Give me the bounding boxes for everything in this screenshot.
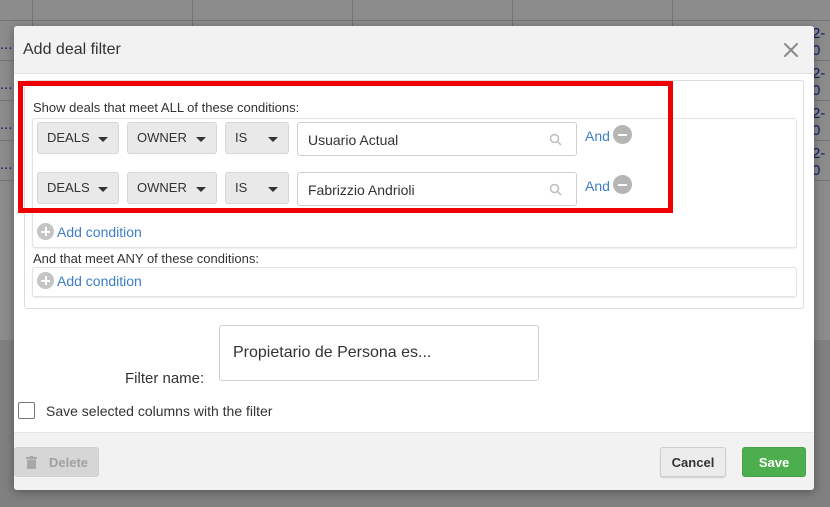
trash-icon: [26, 456, 37, 469]
cancel-button[interactable]: Cancel: [660, 447, 726, 477]
caret-down-icon: [268, 187, 278, 192]
close-icon[interactable]: [782, 41, 800, 59]
all-conditions-label: Show deals that meet ALL of these condit…: [33, 100, 300, 115]
operator-dropdown[interactable]: IS: [225, 172, 289, 204]
add-circle-icon: [37, 272, 54, 289]
filter-name-label: Filter name:: [125, 370, 205, 387]
save-columns-checkbox[interactable]: [18, 402, 35, 419]
dialog-header: Add deal filter: [14, 26, 814, 74]
add-deal-filter-dialog: Add deal filter Show deals that meet ALL…: [14, 26, 814, 490]
entity-dropdown-label: DEALS: [47, 130, 90, 145]
operator-dropdown-label: IS: [235, 180, 248, 195]
condition-value-text: Fabrizzio Andrioli: [308, 182, 415, 198]
add-condition-label: Add condition: [57, 273, 142, 289]
delete-button-label: Delete: [49, 455, 89, 470]
entity-dropdown-label: DEALS: [47, 180, 90, 195]
caret-down-icon: [98, 187, 108, 192]
field-dropdown-label: OWNER: [137, 130, 187, 145]
conditions-panel: Show deals that meet ALL of these condit…: [24, 80, 804, 309]
dialog-title: Add deal filter: [23, 41, 121, 58]
entity-dropdown[interactable]: DEALS: [37, 172, 119, 204]
field-dropdown[interactable]: OWNER: [127, 172, 217, 204]
add-circle-icon: [37, 223, 54, 240]
operator-dropdown-label: IS: [235, 130, 248, 145]
caret-down-icon: [196, 187, 206, 192]
add-condition-label: Add condition: [57, 224, 142, 240]
save-columns-label: Save selected columns with the filter: [46, 403, 273, 419]
filter-name-value: Propietario de Persona es...: [233, 344, 432, 361]
all-conditions-box: DEALS OWNER IS Usuario Actual And DEALS …: [32, 118, 797, 248]
any-conditions-box: Add condition: [32, 267, 797, 297]
condition-value-text: Usuario Actual: [308, 132, 399, 148]
condition-value-input[interactable]: Fabrizzio Andrioli: [297, 172, 577, 206]
remove-condition-icon[interactable]: [613, 175, 632, 194]
operator-dropdown[interactable]: IS: [225, 122, 289, 154]
condition-row: DEALS OWNER IS Usuario Actual And: [37, 122, 797, 156]
field-dropdown-label: OWNER: [137, 180, 187, 195]
remove-condition-icon[interactable]: [613, 125, 632, 144]
condition-row: DEALS OWNER IS Fabrizzio Andrioli And: [37, 172, 797, 206]
any-conditions-label: And that meet ANY of these conditions:: [33, 251, 259, 266]
filter-name-input[interactable]: Propietario de Persona es...: [219, 325, 539, 381]
save-button[interactable]: Save: [742, 447, 806, 477]
caret-down-icon: [268, 137, 278, 142]
dialog-body: Show deals that meet ALL of these condit…: [14, 74, 814, 432]
dialog-footer: Delete Cancel Save: [14, 432, 814, 490]
caret-down-icon: [196, 137, 206, 142]
search-icon: [549, 183, 562, 196]
field-dropdown[interactable]: OWNER: [127, 122, 217, 154]
condition-value-input[interactable]: Usuario Actual: [297, 122, 577, 156]
and-link[interactable]: And: [585, 178, 610, 194]
search-icon: [549, 133, 562, 146]
entity-dropdown[interactable]: DEALS: [37, 122, 119, 154]
delete-button[interactable]: Delete: [14, 447, 99, 477]
caret-down-icon: [98, 137, 108, 142]
and-link[interactable]: And: [585, 128, 610, 144]
